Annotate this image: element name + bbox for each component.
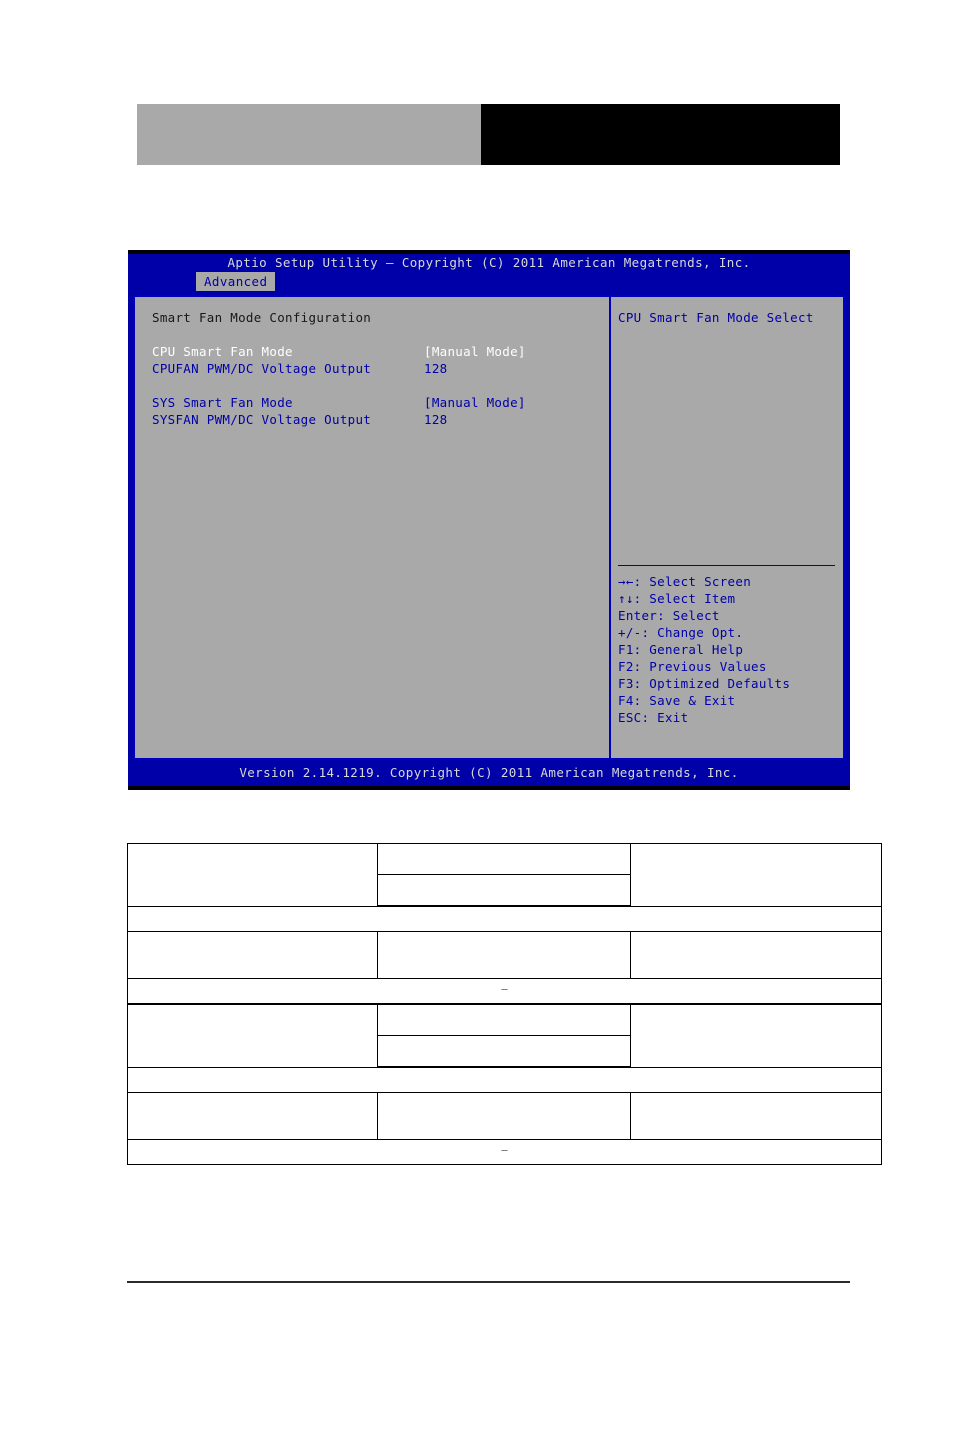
header-block-black	[481, 104, 840, 165]
cell-note: –	[127, 1139, 882, 1165]
cell-option-description	[630, 1003, 882, 1068]
help-key-select-screen: →←: Select Screen	[618, 574, 752, 589]
table-row-note	[127, 905, 882, 932]
cell-option-description	[630, 843, 882, 907]
setting-row-sys-smart-fan-mode[interactable]: SYS Smart Fan Mode [Manual Mode]	[152, 394, 609, 411]
cell-option-name	[127, 843, 378, 907]
section-heading: Smart Fan Mode Configuration	[152, 310, 372, 325]
option-description-table: – –	[127, 843, 882, 1165]
page-header-banner	[137, 104, 840, 165]
table-row-note	[127, 1066, 882, 1093]
cell-option-name	[127, 1003, 378, 1068]
bios-version-footer: Version 2.14.1219. Copyright (C) 2011 Am…	[239, 765, 739, 780]
cell-option-value	[377, 843, 631, 875]
setting-row-sysfan-pwm-dc-voltage-output[interactable]: SYSFAN PWM/DC Voltage Output 128	[152, 411, 609, 428]
table-row	[127, 843, 882, 907]
help-divider	[618, 565, 835, 566]
cell-option-name	[127, 931, 378, 979]
setting-value[interactable]: 128	[424, 411, 609, 428]
setting-value[interactable]: 128	[424, 360, 609, 377]
header-block-gray	[137, 104, 481, 165]
table-row	[127, 1003, 882, 1068]
cell-option-description	[630, 931, 882, 979]
table-row	[127, 931, 882, 979]
setting-label: CPUFAN PWM/DC Voltage Output	[152, 361, 372, 376]
bios-setup-window: Aptio Setup Utility – Copyright (C) 2011…	[128, 250, 850, 790]
page-footer-rule	[127, 1281, 850, 1283]
cell-note	[127, 1066, 882, 1093]
help-key-f4-save-exit: F4: Save & Exit	[618, 693, 736, 708]
table-row	[127, 1092, 882, 1140]
help-title: CPU Smart Fan Mode Select	[618, 310, 814, 325]
bios-settings-panel: Smart Fan Mode Configuration CPU Smart F…	[135, 297, 609, 758]
setting-label: SYSFAN PWM/DC Voltage Output	[152, 412, 372, 427]
cell-note	[127, 905, 882, 932]
cell-note: –	[127, 978, 882, 1005]
setting-label: SYS Smart Fan Mode	[152, 395, 293, 410]
help-key-f2-previous-values: F2: Previous Values	[618, 659, 767, 674]
help-key-f3-optimized-defaults: F3: Optimized Defaults	[618, 676, 791, 691]
setting-row-cpu-smart-fan-mode[interactable]: CPU Smart Fan Mode [Manual Mode]	[152, 343, 609, 360]
cell-option-value	[377, 931, 631, 979]
cell-option-value	[377, 1092, 631, 1140]
setting-value[interactable]: [Manual Mode]	[424, 343, 609, 360]
cell-option-value	[377, 1003, 631, 1036]
table-row-note: –	[127, 978, 882, 1005]
setting-row-cpufan-pwm-dc-voltage-output[interactable]: CPUFAN PWM/DC Voltage Output 128	[152, 360, 609, 377]
help-key-f1-general-help: F1: General Help	[618, 642, 744, 657]
table-row-note: –	[127, 1139, 882, 1165]
bios-content-area: Smart Fan Mode Configuration CPU Smart F…	[133, 295, 845, 760]
tab-advanced[interactable]: Advanced	[196, 272, 276, 291]
setting-label: CPU Smart Fan Mode	[152, 344, 293, 359]
cell-option-description	[630, 1092, 882, 1140]
bios-menu-bar: Advanced	[128, 272, 850, 291]
bios-title: Aptio Setup Utility – Copyright (C) 2011…	[227, 255, 751, 270]
help-key-esc-exit: ESC: Exit	[618, 710, 689, 725]
help-key-enter-select: Enter: Select	[618, 608, 720, 623]
setting-value[interactable]: [Manual Mode]	[424, 394, 609, 411]
cell-option-value	[377, 874, 631, 907]
cell-option-name	[127, 1092, 378, 1140]
help-key-select-item: ↑↓: Select Item	[618, 591, 736, 606]
help-key-change-opt: +/-: Change Opt.	[618, 625, 744, 640]
help-key-legend: →←: Select Screen ↑↓: Select Item Enter:…	[618, 573, 790, 726]
cell-option-value	[377, 1035, 631, 1068]
bios-help-panel: CPU Smart Fan Mode Select →←: Select Scr…	[611, 297, 843, 758]
